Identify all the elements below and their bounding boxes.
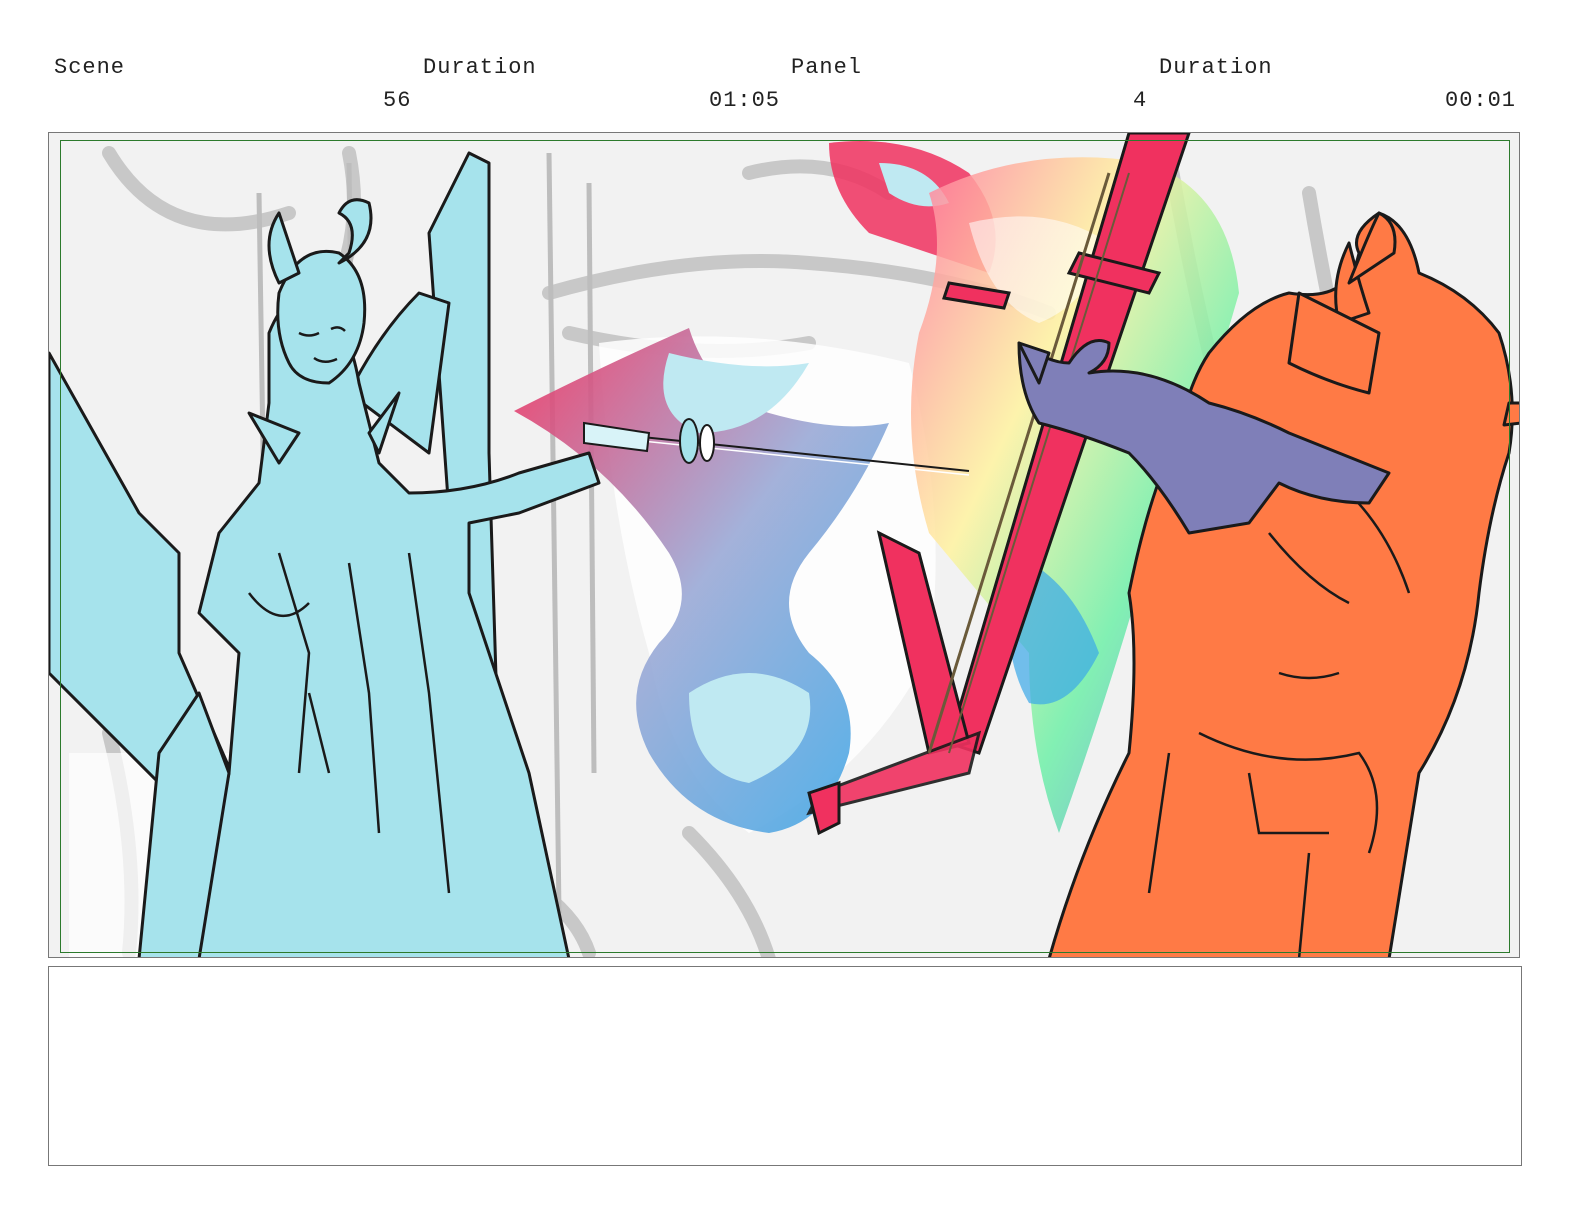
notes-text — [49, 967, 1521, 987]
panel-duration-value: 00:01 — [1445, 88, 1517, 113]
scene-duration-label: Duration — [423, 55, 537, 80]
panel-number: 4 — [1133, 88, 1148, 113]
panel-frame — [48, 132, 1520, 958]
panel-duration-label: Duration — [1159, 55, 1273, 80]
scene-label: Scene — [54, 55, 126, 80]
storyboard-drawing — [49, 133, 1519, 957]
panel-label: Panel — [791, 55, 863, 80]
scene-number: 56 — [383, 88, 412, 113]
notes-box[interactable] — [48, 966, 1522, 1166]
scene-duration-value: 01:05 — [709, 88, 781, 113]
